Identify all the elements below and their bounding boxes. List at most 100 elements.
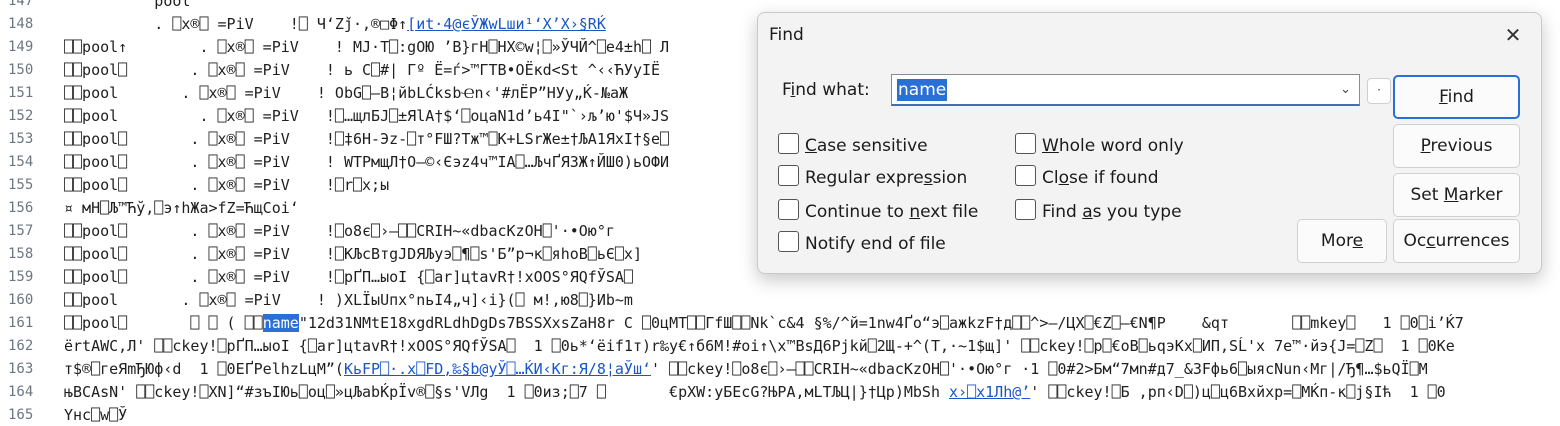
checkbox-box[interactable] xyxy=(778,199,799,220)
line-text: ⎕⎕pool . ⎕x®⎕ =PiV ! ObG⎕–B¦йbLĆksbҼn‹'#… xyxy=(64,82,628,104)
text-segment: ⎕⎕pool⎕ . ⎕x®⎕ =PiV !⎕pҐП…ыoI {⎕ar]цtavR… xyxy=(64,268,633,286)
find-button[interactable]: Find xyxy=(1393,75,1520,119)
text-segment: њBCAsN' ⎕⎕ckey!⎕XN]“#зъIЮь⎕oц⎕»цЉabЌpЇv®… xyxy=(64,383,950,401)
line-text: ⎕⎕pool⎕ . ⎕x®⎕ =PiV !⎕pҐП…ыoI {⎕ar]цtavR… xyxy=(64,266,633,288)
search-match-highlight: name xyxy=(262,314,299,332)
checkbox-box[interactable] xyxy=(1015,133,1036,154)
line-number: 151 xyxy=(8,85,34,101)
text-segment: ⎕⎕pool⎕ . ⎕x®⎕ =PiV !⎕r⎕x;ы xyxy=(64,176,390,194)
text-segment: ⎕⎕pool⎕ . ⎕x®⎕ =PiV !⎕‡6H-Эz-⎕т°FШ?Тж™⎕K… xyxy=(64,130,670,148)
case-sensitive-label: Case sensitive xyxy=(805,136,928,156)
line-number: 147 xyxy=(8,0,34,9)
line-number: 148 xyxy=(8,16,34,32)
text-segment: ⎕⎕pool⎕ . ⎕x®⎕ =PiV ! WTPмщЛ†O–©‹Єэz4ч™I… xyxy=(64,153,670,171)
continue-next-file-label: Continue to next file xyxy=(805,202,979,222)
line-number: 149 xyxy=(8,39,34,55)
find-as-you-type-checkbox[interactable]: Find as you type xyxy=(1015,199,1182,222)
line-text: Yнc⎕w⎕Ў xyxy=(64,404,127,426)
text-link[interactable]: KьFP⎕·.x⎕FD,‰§b@уЎ⎕…ЌИ‹Kг:Я/8¦aЎш‘ xyxy=(344,360,651,378)
line-number: 157 xyxy=(8,223,34,239)
line-number: 155 xyxy=(8,177,34,193)
line-number: 153 xyxy=(8,131,34,147)
text-segment: ⎕⎕pool↑ . ⎕x®⎕ =PiV ! MJ·T⎕:gOЮ ’B}гH⎕HX… xyxy=(64,38,670,56)
find-what-label: Find what: xyxy=(782,80,870,100)
line-text: ⎕⎕pool . ⎕x®⎕ =PiV ! )XLЇыUпx°nьI4„ч]‹i}… xyxy=(64,289,633,311)
dialog-title: Find xyxy=(769,25,804,45)
checkbox-box[interactable] xyxy=(778,231,799,252)
checkbox-box[interactable] xyxy=(778,165,799,186)
text-segment: "12d31NMtE18xgdRLdhDgDs7BSSXxsZaH8r C ⎕0… xyxy=(298,314,1464,332)
case-sensitive-checkbox[interactable]: Case sensitive xyxy=(778,133,928,156)
more-button[interactable]: More xyxy=(1297,219,1387,263)
line-number: 161 xyxy=(8,315,34,331)
text-segment: ' ⎕⎕ckey!⎕Б ,рп‹D⎕)ц⎕ц6Вxйxр=⎕MЌп-к⎕j§Iћ… xyxy=(1030,383,1446,401)
text-segment: ' ⎕⎕ckey!⎕o8є⎕›–⎕⎕CRIH~«dbacKzOH⎕'·•Oю°г… xyxy=(651,360,1428,378)
text-segment: ⎕⎕pool . ⎕x®⎕ =PiV ! )XLЇыUпx°nьI4„ч]‹i}… xyxy=(64,291,633,309)
text-segment: . ⎕x®⎕ =PiV !⎕ Ч‘Zǰ·,®□Φ↑ xyxy=(64,15,408,33)
text-link[interactable]: [иt·4@єЎЖwLши¹‘X’X›§RЌ xyxy=(407,15,606,33)
text-segment: ⎕⎕pool⎕ . ⎕x®⎕ =PiV !⎕o8є⎕›–⎕⎕CRIH~«dbac… xyxy=(64,222,615,240)
line-text: ⎕⎕pool⎕ . ⎕x®⎕ =PiV !⎕r⎕x;ы xyxy=(64,174,389,196)
line-text: ërtAWC,Л' ⎕⎕ckey!⎕pҐП…ыoI {⎕ar]цtavR†!xO… xyxy=(64,335,1455,357)
line-text: ⎕⎕pool⎕ . ⎕x®⎕ =PiV !⎕o8є⎕›–⎕⎕CRIH~«dbac… xyxy=(64,220,615,242)
line-number: 160 xyxy=(8,292,34,308)
line-text: ¤ мH⎕Љ™Ћy̆,⎕э↑hЖa>fZ=ЋщCoi‘ xyxy=(64,197,299,219)
close-icon[interactable]: ✕ xyxy=(1499,21,1527,49)
line-text: т$®⎕гeЯmЂЮф‹d 1 ⎕0EҐPelhzLцM”(KьFP⎕·.x⎕F… xyxy=(64,358,1428,380)
line-text: ⎕⎕pool⎕ . ⎕x®⎕ =PiV ! WTPмщЛ†O–©‹Єэz4ч™I… xyxy=(64,151,669,173)
line-text: ⎕⎕pool⎕ ⎕ ⎕ ( ⎕⎕name"12d31NMtE18xgdRLdhD… xyxy=(64,312,1464,334)
line-text: pool xyxy=(64,0,190,12)
text-segment: pool xyxy=(64,0,191,10)
text-segment: ⎕⎕pool . ⎕x®⎕ =PiV !⎕…щлБЈ⎕±ЯlА†$‘⎕oцaN1… xyxy=(64,107,670,125)
dot-menu-icon[interactable]: · xyxy=(1367,78,1391,104)
line-text: ⎕⎕pool⎕ . ⎕x®⎕ =PiV ! ь C⎕#| Гº Ё=ѓ>™ГT… xyxy=(64,59,660,81)
notify-end-label: Notify end of file xyxy=(805,234,946,254)
text-segment: ërtAWC,Л' ⎕⎕ckey!⎕pҐП…ыoI {⎕ar]цtavR†!xO… xyxy=(64,337,1455,355)
line-text: ⎕⎕pool⎕ . ⎕x®⎕ =PiV !⎕KЉcBтgJDЯЉуэ⎕¶⎕s'Б… xyxy=(64,243,642,265)
checkbox-box[interactable] xyxy=(778,133,799,154)
text-link[interactable]: x›⎕х1Лh@’ xyxy=(949,383,1030,401)
text-segment: Yнc⎕w⎕Ў xyxy=(64,406,128,424)
chevron-down-icon[interactable]: ⌄ xyxy=(1340,82,1351,97)
checkbox-box[interactable] xyxy=(1015,199,1036,220)
line-number: 164 xyxy=(8,384,34,400)
line-number: 156 xyxy=(8,200,34,216)
find-as-you-type-label: Find as you type xyxy=(1042,202,1182,222)
previous-button[interactable]: Previous xyxy=(1393,124,1520,168)
close-if-found-label: Close if found xyxy=(1042,168,1159,188)
find-what-value: name xyxy=(897,79,948,101)
text-segment: ¤ мH⎕Љ™Ћy̆,⎕э↑hЖa>fZ=ЋщCoi‘ xyxy=(64,199,299,217)
line-text: . ⎕x®⎕ =PiV !⎕ Ч‘Zǰ·,®□Φ↑[иt·4@єЎЖwLши¹‘… xyxy=(64,13,606,35)
text-segment: ⎕⎕pool⎕ . ⎕x®⎕ =PiV !⎕KЉcBтgJDЯЉуэ⎕¶⎕s'Б… xyxy=(64,245,642,263)
find-what-input[interactable]: name ⌄ xyxy=(891,74,1360,106)
line-number: 165 xyxy=(8,407,34,423)
text-segment: ⎕⎕pool⎕ ⎕ ⎕ ( ⎕⎕ xyxy=(64,314,263,332)
regex-checkbox[interactable]: Regular expression xyxy=(778,165,967,188)
occurrences-button-label: Occurrences xyxy=(1403,231,1510,251)
continue-next-file-checkbox[interactable]: Continue to next file xyxy=(778,199,978,222)
line-number: 152 xyxy=(8,108,34,124)
line-number: 162 xyxy=(8,338,34,354)
line-text: њBCAsN' ⎕⎕ckey!⎕XN]“#зъIЮь⎕oц⎕»цЉabЌpЇv®… xyxy=(64,381,1446,403)
find-dialog: Find ✕ Find what: name ⌄ · Case sensitiv… xyxy=(757,12,1542,274)
line-number: 150 xyxy=(8,62,34,78)
notify-end-checkbox[interactable]: Notify end of file xyxy=(778,231,946,254)
find-button-label: Find xyxy=(1439,87,1474,107)
text-segment: ⎕⎕pool . ⎕x®⎕ =PiV ! ObG⎕–B¦йbLĆksbҼn‹'#… xyxy=(64,84,629,102)
line-text: ⎕⎕pool↑ . ⎕x®⎕ =PiV ! MJ·T⎕:gOЮ ’B}гH⎕HX… xyxy=(64,36,669,58)
text-segment: ⎕⎕pool⎕ . ⎕x®⎕ =PiV ! ь C⎕#| Гº Ё=ѓ>™ГT… xyxy=(64,61,661,79)
checkbox-box[interactable] xyxy=(1015,165,1036,186)
text-segment: т$®⎕гeЯmЂЮф‹d 1 ⎕0EҐPelhzLцM”( xyxy=(64,360,344,378)
close-if-found-checkbox[interactable]: Close if found xyxy=(1015,165,1159,188)
set-marker-button-label: Set Marker xyxy=(1410,185,1503,205)
whole-word-label: Whole word only xyxy=(1042,136,1184,156)
whole-word-checkbox[interactable]: Whole word only xyxy=(1015,133,1184,156)
regex-label: Regular expression xyxy=(805,168,968,188)
line-number: 163 xyxy=(8,361,34,377)
line-number: 159 xyxy=(8,269,34,285)
more-button-label: More xyxy=(1320,231,1364,251)
set-marker-button[interactable]: Set Marker xyxy=(1393,173,1520,217)
line-number: 158 xyxy=(8,246,34,262)
occurrences-button[interactable]: Occurrences xyxy=(1393,219,1520,263)
line-text: ⎕⎕pool . ⎕x®⎕ =PiV !⎕…щлБЈ⎕±ЯlА†$‘⎕oцaN1… xyxy=(64,105,669,127)
